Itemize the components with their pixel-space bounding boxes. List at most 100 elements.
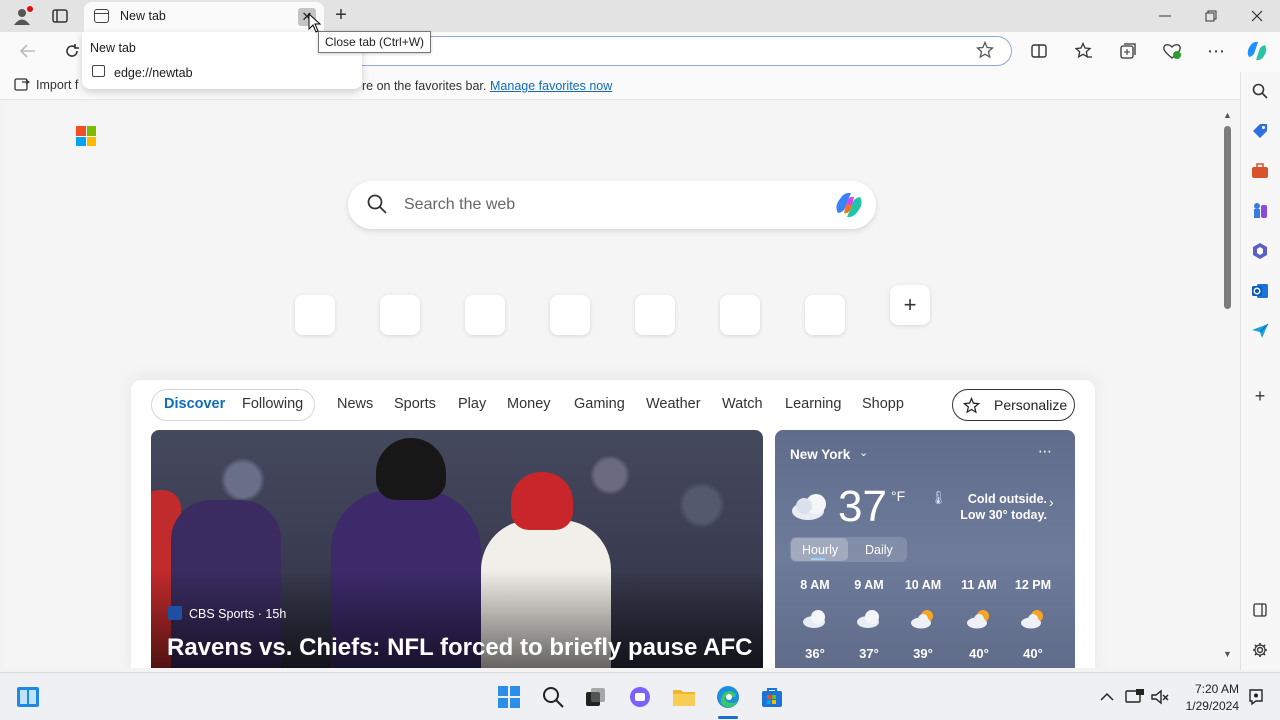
partly-sunny-icon xyxy=(911,610,933,629)
tools-briefcase-icon[interactable] xyxy=(1250,161,1270,181)
taskbar-search-icon[interactable] xyxy=(541,685,565,709)
favorites-icon[interactable] xyxy=(1073,40,1095,62)
newtab-page-icon xyxy=(94,9,109,23)
hero-news-card[interactable]: CBS Sports · 15h Ravens vs. Chiefs: NFL … xyxy=(151,430,763,668)
hide-sidebar-icon[interactable] xyxy=(1250,600,1270,620)
feed-category-watch[interactable]: Watch xyxy=(722,396,763,412)
address-bar[interactable] xyxy=(340,36,1012,66)
search-icon[interactable] xyxy=(1250,81,1270,101)
feed-category-play[interactable]: Play xyxy=(458,396,486,412)
edge-sidebar: + xyxy=(1240,72,1280,670)
weather-unit: °F xyxy=(891,488,906,504)
hero-headline[interactable]: Ravens vs. Chiefs: NFL forced to briefly… xyxy=(167,634,752,662)
more-options-icon[interactable]: ⋯ xyxy=(1205,40,1227,62)
more-options-icon[interactable]: ⋯ xyxy=(1038,443,1052,460)
feed-category-shopping[interactable]: Shopp xyxy=(862,396,904,412)
outlook-icon[interactable] xyxy=(1250,281,1270,301)
teams-chat-icon[interactable] xyxy=(628,685,652,709)
split-screen-icon[interactable] xyxy=(1028,40,1050,62)
chevron-right-icon[interactable]: › xyxy=(1049,494,1054,510)
drop-send-icon[interactable] xyxy=(1250,321,1270,341)
close-tab-tooltip: Close tab (Ctrl+W) xyxy=(318,31,432,53)
collections-icon[interactable] xyxy=(1117,40,1139,62)
shortcut-tile[interactable] xyxy=(805,295,845,335)
favorites-message: re on the favorites bar. xyxy=(362,79,487,93)
shopping-tag-icon[interactable] xyxy=(1250,121,1270,141)
show-hidden-icons-chevron-icon[interactable] xyxy=(1095,685,1119,709)
start-windows-icon[interactable] xyxy=(497,685,521,709)
volume-muted-icon[interactable] xyxy=(1148,685,1172,709)
feed-category-sports[interactable]: Sports xyxy=(394,396,436,412)
games-chess-icon[interactable] xyxy=(1250,201,1270,221)
new-tab-button[interactable]: + xyxy=(330,4,352,26)
feed-tab-following[interactable]: Following xyxy=(242,396,303,412)
scrollbar-thumb[interactable] xyxy=(1224,126,1231,309)
microsoft-365-icon[interactable] xyxy=(1250,241,1270,261)
hour-temperature: 40° xyxy=(1023,646,1043,661)
shortcut-tile[interactable] xyxy=(380,295,420,335)
mouse-cursor-icon xyxy=(308,13,322,33)
add-shortcut-button[interactable]: + xyxy=(890,285,930,325)
tab-strip: New tab ✕ + xyxy=(0,0,1280,32)
refresh-icon[interactable] xyxy=(61,40,83,62)
weather-city[interactable]: New York xyxy=(790,447,850,462)
import-favorites-button[interactable]: Import f xyxy=(14,78,78,92)
feed-category-weather[interactable]: Weather xyxy=(646,396,701,412)
feed-category-gaming[interactable]: Gaming xyxy=(574,396,625,412)
page-scrollbar[interactable]: ▲ ▼ xyxy=(1219,102,1237,668)
hour-temperature: 37° xyxy=(859,646,879,661)
cbs-sports-icon xyxy=(168,606,182,620)
back-arrow-icon[interactable] xyxy=(17,40,39,62)
weather-card[interactable]: New York ⌄ ⋯ 37 °F 🌡 Cold outside. Low 3… xyxy=(775,430,1075,668)
feed-tab-discover[interactable]: Discover xyxy=(164,396,225,412)
search-icon xyxy=(367,194,387,214)
feed-category-news[interactable]: News xyxy=(337,396,373,412)
restore-button[interactable] xyxy=(1188,0,1234,32)
tab-actions-icon[interactable] xyxy=(49,5,71,27)
edge-browser-icon[interactable] xyxy=(716,685,740,719)
copilot-icon[interactable] xyxy=(1246,40,1268,62)
task-view-icon[interactable] xyxy=(584,685,608,709)
shortcut-tile[interactable] xyxy=(550,295,590,335)
hour-temperature: 40° xyxy=(969,646,989,661)
hero-image-helmet xyxy=(376,438,446,500)
chevron-down-icon[interactable]: ⌄ xyxy=(859,446,868,459)
hour-temperature: 39° xyxy=(913,646,933,661)
newtab-page-icon xyxy=(92,65,105,77)
shortcut-tile[interactable] xyxy=(465,295,505,335)
hour-label: 8 AM xyxy=(800,578,830,592)
scroll-down-arrow-icon[interactable]: ▼ xyxy=(1223,649,1232,659)
widgets-icon[interactable] xyxy=(16,685,40,709)
browser-essentials-icon[interactable] xyxy=(1161,40,1183,62)
file-explorer-icon[interactable] xyxy=(672,685,696,709)
favorite-star-icon[interactable] xyxy=(975,40,995,62)
minimize-button[interactable] xyxy=(1142,0,1188,32)
scroll-up-arrow-icon[interactable]: ▲ xyxy=(1223,110,1232,120)
personalize-button[interactable]: Personalize xyxy=(952,389,1075,421)
news-feed: Discover Following News Sports Play Mone… xyxy=(131,380,1095,668)
cloudy-icon xyxy=(803,610,825,628)
notification-icon[interactable] xyxy=(1244,685,1268,709)
feed-category-learning[interactable]: Learning xyxy=(785,396,841,412)
close-window-button[interactable] xyxy=(1234,0,1280,32)
clock-time[interactable]: 7:20 AM xyxy=(1183,682,1239,696)
microsoft-store-icon[interactable] xyxy=(760,685,784,709)
feed-category-money[interactable]: Money xyxy=(507,396,551,412)
shortcut-tile[interactable] xyxy=(635,295,675,335)
clock-date[interactable]: 1/29/2024 xyxy=(1173,699,1239,713)
hero-image-helmet xyxy=(511,472,573,530)
weather-tab-hourly[interactable]: Hourly xyxy=(802,543,838,557)
hover-card-url: edge://newtab xyxy=(114,66,193,80)
web-search-box[interactable]: Search the web xyxy=(348,181,876,229)
copilot-search-icon[interactable] xyxy=(834,190,864,220)
network-monitor-icon[interactable] xyxy=(1123,685,1147,709)
shortcut-tile[interactable] xyxy=(720,295,760,335)
manage-favorites-link[interactable]: Manage favorites now xyxy=(490,79,612,93)
settings-gear-icon[interactable] xyxy=(1250,640,1270,660)
weather-tab-daily[interactable]: Daily xyxy=(865,543,893,557)
add-sidebar-app-icon[interactable]: + xyxy=(1250,386,1270,406)
profile-icon[interactable] xyxy=(11,5,33,27)
shortcut-tile[interactable] xyxy=(295,295,335,335)
tab-new-tab[interactable]: New tab ✕ xyxy=(84,2,324,32)
tab-title: New tab xyxy=(120,9,166,23)
